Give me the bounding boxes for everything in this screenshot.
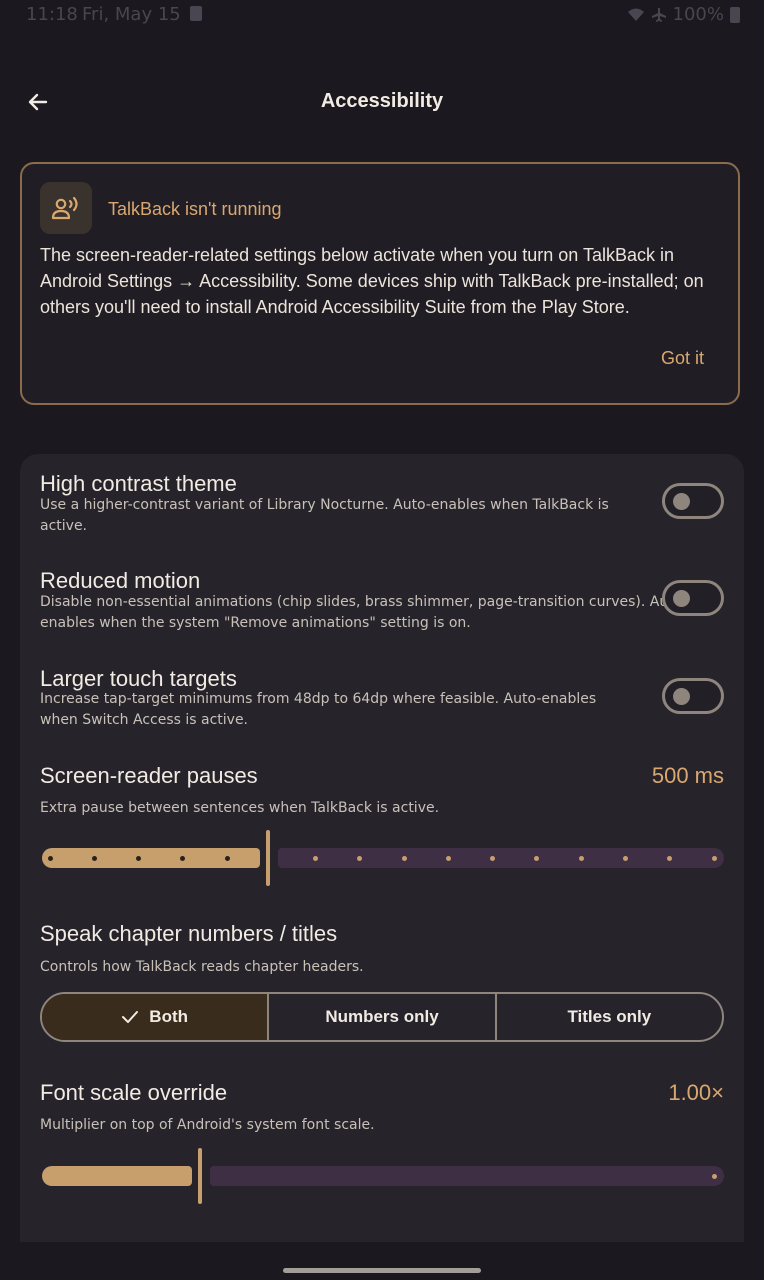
chapter-speech-title: Speak chapter numbers / titles xyxy=(40,921,338,946)
chapter-speech-segmented-control: Both Numbers only Titles only xyxy=(40,992,724,1042)
chapter-speech-description: Controls how TalkBack reads chapter head… xyxy=(40,959,364,975)
top-app-bar: Accessibility xyxy=(0,80,764,124)
slider-tick xyxy=(136,856,142,861)
slider-tick xyxy=(711,856,717,861)
font-scale-value: 1.00× xyxy=(668,1080,724,1105)
airplane-icon xyxy=(651,7,666,22)
toggle-thumb xyxy=(673,590,690,607)
high-contrast-description: Use a higher-contrast variant of Library… xyxy=(40,497,609,534)
slider-handle[interactable] xyxy=(266,830,270,886)
battery-percentage: 100% xyxy=(672,4,724,25)
battery-icon xyxy=(730,6,740,23)
gesture-navigation-handle[interactable] xyxy=(283,1268,481,1273)
toggle-thumb xyxy=(673,493,690,510)
segment-numbers-only[interactable]: Numbers only xyxy=(267,994,494,1040)
segment-label: Both xyxy=(149,1007,189,1026)
slider-tick xyxy=(445,856,451,861)
slider-tick xyxy=(401,856,407,861)
segment-titles-only[interactable]: Titles only xyxy=(494,994,722,1040)
larger-targets-toggle[interactable] xyxy=(662,678,724,714)
slider-handle[interactable] xyxy=(198,1148,202,1204)
high-contrast-title: High contrast theme xyxy=(40,471,237,496)
slider-tick xyxy=(578,856,584,861)
notice-body: The screen-reader-related settings below… xyxy=(40,245,704,317)
notification-icon xyxy=(190,6,202,21)
larger-targets-description: Increase tap-target minimums from 48dp t… xyxy=(40,691,597,728)
status-time: 11:18 xyxy=(26,4,78,25)
slider-tick xyxy=(224,856,230,861)
status-date: Fri, May 15 xyxy=(82,4,181,25)
pauses-value: 500 ms xyxy=(651,763,724,788)
segment-both[interactable]: Both xyxy=(42,994,268,1040)
reduced-motion-title: Reduced motion xyxy=(40,568,201,593)
status-bar: 11:18 Fri, May 15 100% xyxy=(0,0,764,30)
slider-tick xyxy=(91,856,97,861)
font-scale-slider[interactable] xyxy=(40,1148,724,1204)
slider-tick xyxy=(622,856,628,861)
slider-end-tick xyxy=(712,1174,717,1179)
reduced-motion-description: Disable non-essential animations (chip s… xyxy=(40,594,688,631)
pauses-title: Screen-reader pauses xyxy=(40,763,258,788)
settings-panel: High contrast theme Use a higher-contras… xyxy=(20,454,744,1242)
got-it-button[interactable]: Got it xyxy=(661,348,704,369)
reduced-motion-toggle[interactable] xyxy=(662,580,724,616)
slider-tick xyxy=(47,856,53,861)
wifi-icon xyxy=(627,8,644,21)
toggle-thumb xyxy=(673,688,690,705)
page-title: Accessibility xyxy=(320,90,444,112)
notice-icon-container xyxy=(40,182,92,234)
slider-active-track xyxy=(42,1166,192,1186)
check-icon xyxy=(122,1011,139,1023)
segment-label: Numbers only xyxy=(325,1007,439,1026)
pauses-description: Extra pause between sentences when TalkB… xyxy=(40,800,440,816)
record-voice-icon xyxy=(51,196,78,220)
pauses-slider[interactable] xyxy=(40,830,724,886)
notice-title: TalkBack isn't running xyxy=(108,199,282,219)
talkback-notice-card: TalkBack isn't running The screen-reader… xyxy=(20,162,740,405)
segment-label: Titles only xyxy=(567,1007,652,1026)
font-scale-title: Font scale override xyxy=(40,1080,228,1105)
slider-inactive-track xyxy=(210,1166,724,1186)
slider-inactive-track xyxy=(278,848,724,868)
font-scale-description: Multiplier on top of Android's system fo… xyxy=(40,1117,375,1133)
high-contrast-toggle[interactable] xyxy=(662,483,724,519)
